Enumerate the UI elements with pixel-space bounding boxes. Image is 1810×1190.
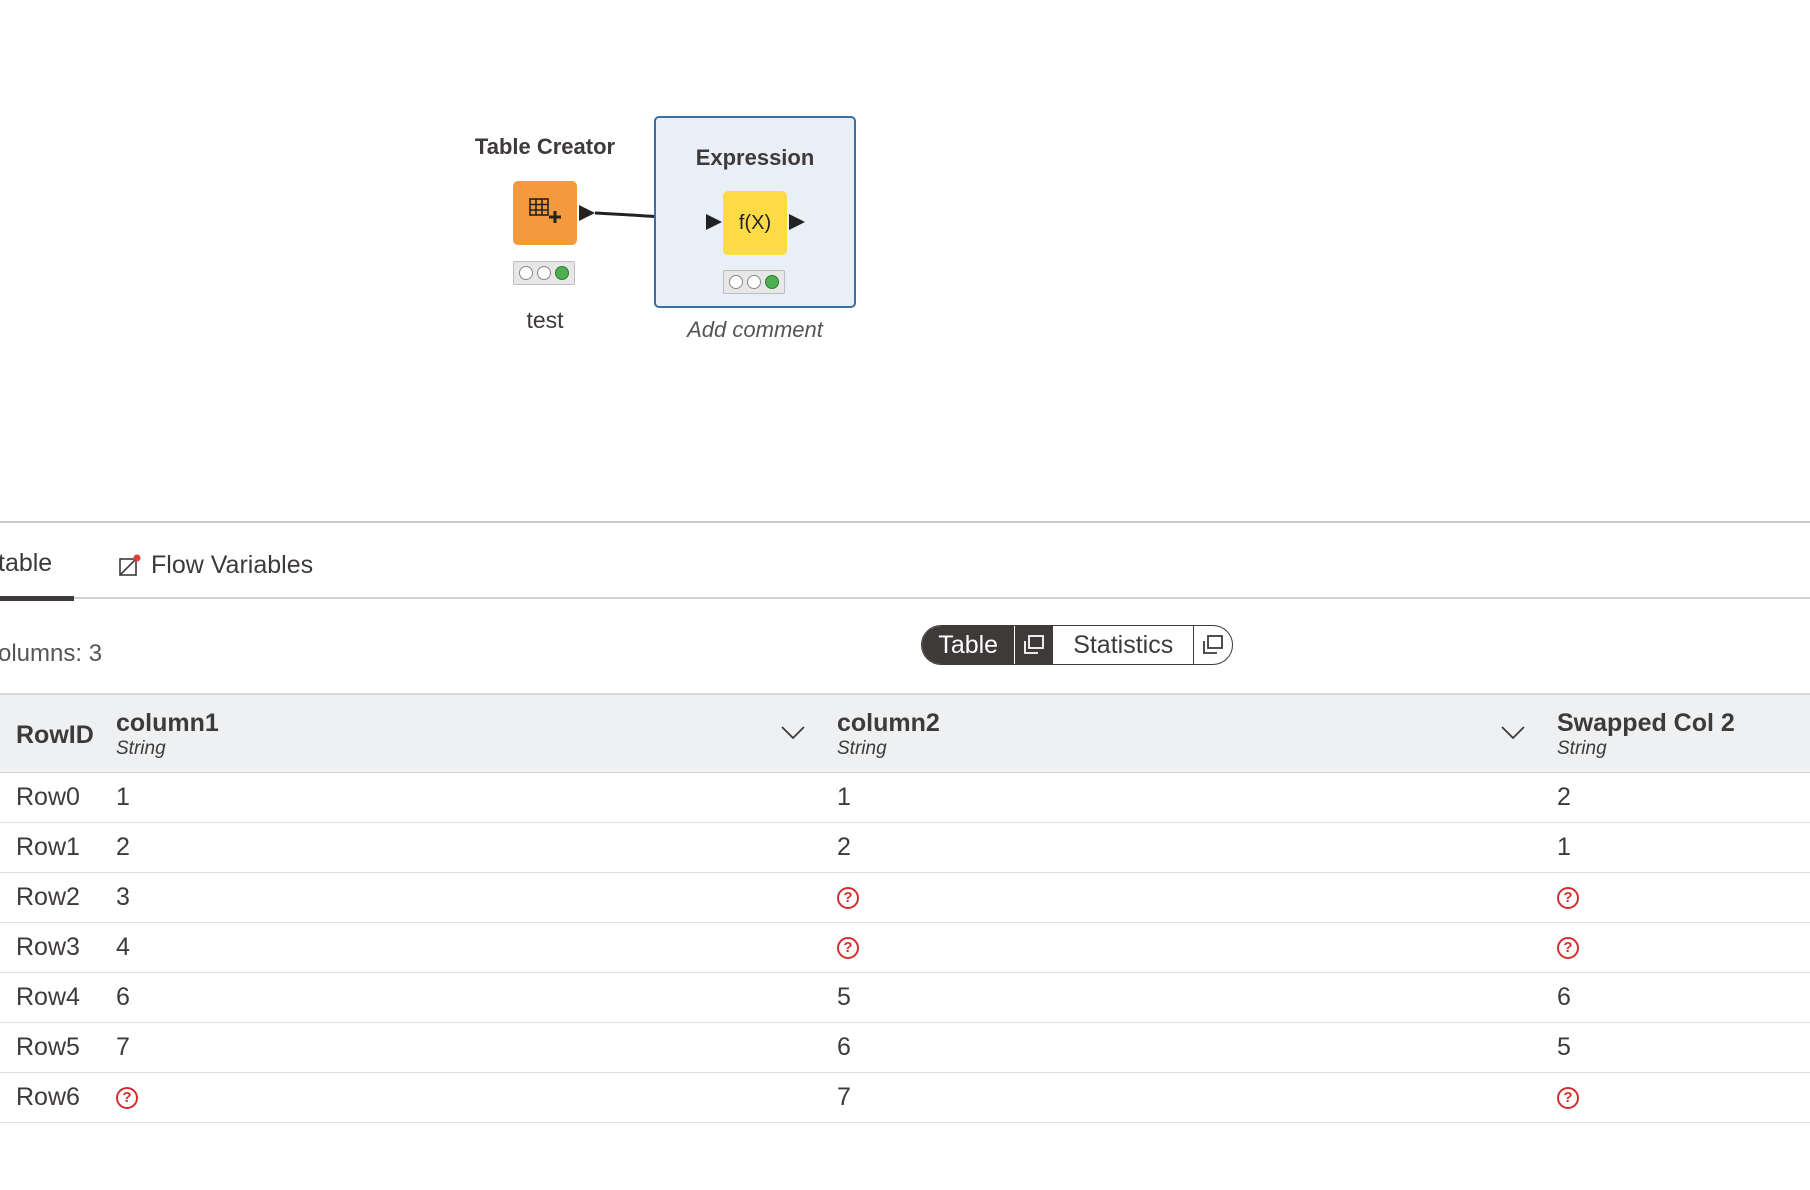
columns-count: olumns: 3: [0, 640, 103, 667]
table-cell: 5: [837, 983, 851, 1011]
status-dot-red: [519, 266, 533, 280]
missing-value-icon: ?: [1557, 887, 1579, 910]
table-cell: 4: [116, 933, 130, 961]
active-tab-indicator: [0, 596, 74, 601]
workflow-canvas[interactable]: Table Creator test Expression f(X) Add c…: [0, 0, 1810, 522]
table-body: Row0 1 1 2 Row1 2 2 1 Row2 3?? Row3 4?? Row4 6 5 6 Row5 7…: [0, 773, 1810, 1123]
table-view-button[interactable]: Table: [922, 626, 1015, 664]
popout-icon: [1024, 635, 1045, 654]
table-cell: 5: [1557, 1033, 1571, 1061]
row-id-cell: Row6: [16, 1083, 80, 1111]
table-row[interactable]: Row6? 7?: [0, 1073, 1810, 1123]
missing-value-icon: ?: [1557, 937, 1579, 960]
column-header-column1[interactable]: column1 String: [116, 709, 219, 760]
table-cell: 6: [116, 983, 130, 1011]
rowid-header[interactable]: RowID: [16, 721, 94, 750]
tab-flow-variables-label: Flow Variables: [151, 551, 314, 579]
missing-value-icon: ?: [116, 1087, 138, 1110]
table-cell: 2: [837, 833, 851, 861]
row-id-cell: Row0: [16, 783, 80, 811]
add-comment-link[interactable]: Add comment: [655, 317, 855, 343]
table-cell: 2: [116, 833, 130, 861]
table-row[interactable]: Row4 6 5 6: [0, 973, 1810, 1023]
popout-icon: [1203, 635, 1224, 654]
output-port-icon[interactable]: [787, 212, 807, 232]
table-header: RowID column1 String column2 String Swap…: [0, 693, 1810, 773]
view-toggle: Table Statistics: [921, 625, 1233, 665]
table-cell: 2: [1557, 783, 1571, 811]
row-id-cell: Row3: [16, 933, 80, 961]
node-label-test[interactable]: test: [500, 307, 590, 334]
table-row[interactable]: Row1 2 2 1: [0, 823, 1810, 873]
column-header-column2[interactable]: column2 String: [837, 709, 940, 760]
node-status-indicator: [723, 270, 785, 294]
missing-value-icon: ?: [837, 887, 859, 910]
status-dot-red: [729, 275, 743, 289]
missing-value-cell: ?: [1557, 923, 1579, 972]
table-cell: 1: [837, 783, 851, 811]
tab-table[interactable]: table: [0, 549, 52, 578]
expression-node[interactable]: f(X): [723, 191, 787, 255]
missing-value-cell: ?: [1557, 873, 1579, 922]
chevron-down-icon[interactable]: [1500, 723, 1526, 743]
status-dot-green: [765, 275, 779, 289]
row-id-cell: Row4: [16, 983, 80, 1011]
data-table: RowID column1 String column2 String Swap…: [0, 693, 1810, 1123]
row-id-cell: Row2: [16, 883, 80, 911]
missing-value-icon: ?: [1557, 1087, 1579, 1110]
table-creator-icon: [529, 198, 561, 223]
table-cell: 6: [837, 1033, 851, 1061]
column-header-swapped-col-2[interactable]: Swapped Col 2 String: [1557, 709, 1735, 760]
table-row[interactable]: Row0 1 1 2: [0, 773, 1810, 823]
statistics-view-button[interactable]: Statistics: [1053, 626, 1193, 664]
node-title-expression: Expression: [695, 145, 815, 170]
missing-value-cell: ?: [837, 873, 859, 922]
table-row[interactable]: Row3 4??: [0, 923, 1810, 973]
table-cell: 7: [116, 1033, 130, 1061]
missing-value-cell: ?: [1557, 1073, 1579, 1122]
table-cell: 3: [116, 883, 130, 911]
table-cell: 1: [116, 783, 130, 811]
statistics-popout-button[interactable]: [1193, 626, 1232, 664]
node-title-table-creator: Table Creator: [474, 134, 616, 159]
table-cell: 1: [1557, 833, 1571, 861]
flow-variables-icon: [119, 554, 141, 576]
tab-flow-variables[interactable]: Flow Variables: [117, 551, 313, 580]
table-popout-button[interactable]: [1014, 626, 1054, 664]
status-dot-yellow: [537, 266, 551, 280]
chevron-down-icon[interactable]: [780, 723, 806, 743]
output-tabs: table Flow Variables: [0, 523, 1810, 599]
table-cell: 7: [837, 1083, 851, 1111]
missing-value-icon: ?: [837, 937, 859, 960]
status-dot-yellow: [747, 275, 761, 289]
input-port-icon[interactable]: [704, 212, 724, 232]
row-id-cell: Row5: [16, 1033, 80, 1061]
table-cell: 6: [1557, 983, 1571, 1011]
missing-value-cell: ?: [837, 923, 859, 972]
function-icon: f(X): [738, 211, 772, 234]
table-row[interactable]: Row2 3??: [0, 873, 1810, 923]
table-creator-node[interactable]: [513, 181, 577, 245]
missing-value-cell: ?: [116, 1073, 138, 1122]
row-id-cell: Row1: [16, 833, 80, 861]
table-row[interactable]: Row5 7 6 5: [0, 1023, 1810, 1073]
status-dot-green: [555, 266, 569, 280]
node-status-indicator: [513, 261, 575, 285]
